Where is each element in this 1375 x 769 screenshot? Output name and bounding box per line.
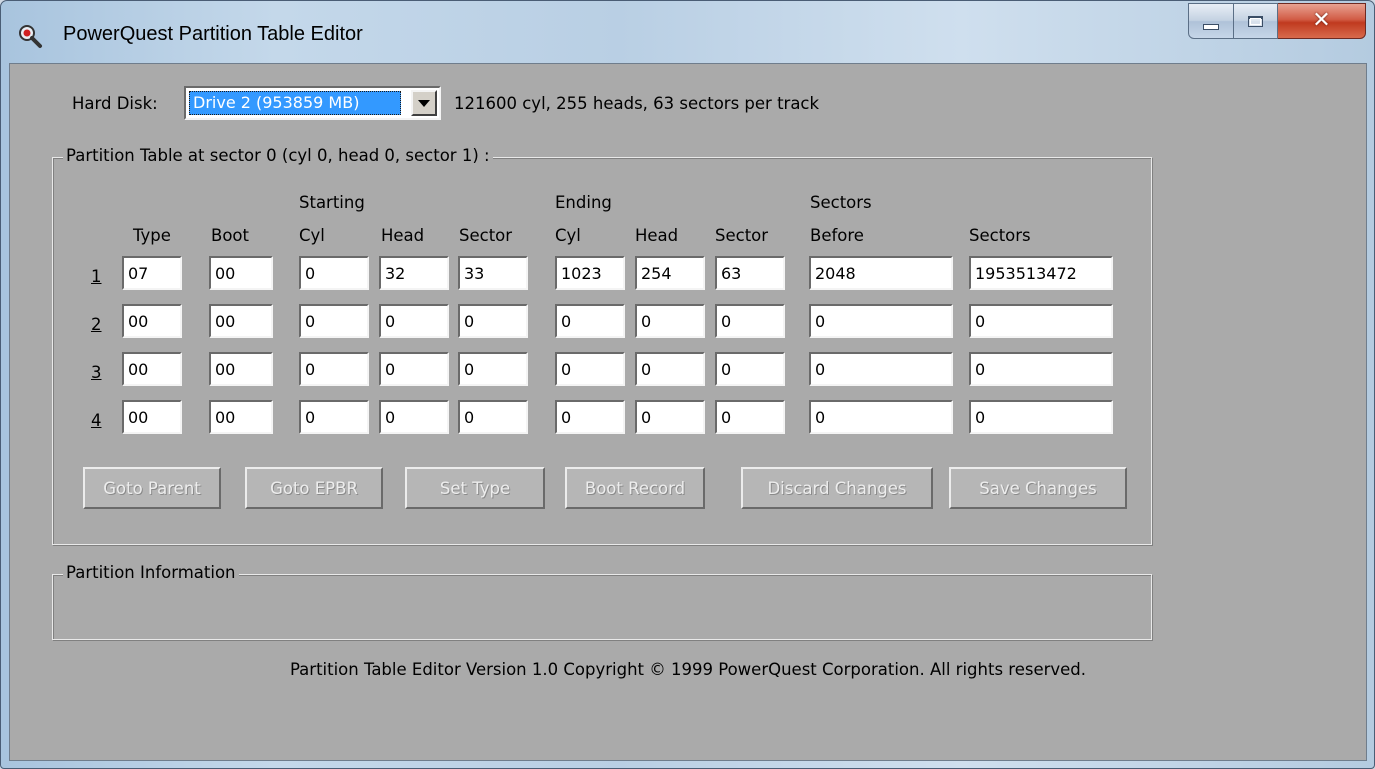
sectors-before-field[interactable]: 0 bbox=[809, 352, 953, 386]
goto-parent-label: Goto Parent bbox=[103, 478, 201, 498]
end-cyl-field[interactable]: 0 bbox=[555, 352, 625, 386]
col-end-head: Head bbox=[635, 226, 679, 245]
col-end-cyl: Cyl bbox=[555, 226, 581, 245]
hard-disk-select[interactable]: Drive 2 (953859 MB) bbox=[184, 86, 441, 120]
end-cyl-field[interactable]: 0 bbox=[555, 400, 625, 434]
goto-epbr-button[interactable]: Goto EPBR bbox=[245, 467, 383, 509]
chevron-down-icon bbox=[418, 99, 430, 107]
sectors-before-field[interactable]: 2048 bbox=[809, 256, 953, 290]
col-sectors: Sectors bbox=[969, 226, 1031, 245]
end-head-field[interactable]: 254 bbox=[635, 256, 705, 290]
sectors-field[interactable]: 0 bbox=[969, 352, 1113, 386]
row-number: 2 bbox=[91, 315, 102, 334]
maximize-icon bbox=[1248, 15, 1263, 27]
boot-field[interactable]: 00 bbox=[209, 304, 273, 338]
disk-geometry: 121600 cyl, 255 heads, 63 sectors per tr… bbox=[454, 94, 820, 113]
caption-buttons: ✕ bbox=[1188, 3, 1366, 41]
end-cyl-field[interactable]: 1023 bbox=[555, 256, 625, 290]
dialog-client: Hard Disk: Drive 2 (953859 MB) 121600 cy… bbox=[9, 63, 1367, 761]
end-sector-field[interactable]: 0 bbox=[715, 400, 785, 434]
set-type-label: Set Type bbox=[439, 478, 511, 498]
boot-field[interactable]: 00 bbox=[209, 400, 273, 434]
save-changes-button[interactable]: Save Changes bbox=[949, 467, 1127, 509]
end-sector-field[interactable]: 63 bbox=[715, 256, 785, 290]
dropdown-button[interactable] bbox=[411, 90, 437, 116]
row-number: 4 bbox=[91, 411, 102, 430]
goto-epbr-label: Goto EPBR bbox=[270, 478, 358, 498]
start-cyl-field[interactable]: 0 bbox=[299, 352, 369, 386]
start-cyl-field[interactable]: 0 bbox=[299, 256, 369, 290]
discard-changes-button[interactable]: Discard Changes bbox=[741, 467, 933, 509]
end-head-field[interactable]: 0 bbox=[635, 304, 705, 338]
boot-field[interactable]: 00 bbox=[209, 352, 273, 386]
col-start-cyl: Cyl bbox=[299, 226, 325, 245]
col-start-sector: Sector bbox=[459, 226, 513, 245]
copyright-footer: Partition Table Editor Version 1.0 Copyr… bbox=[289, 660, 1087, 679]
sectors-before-field[interactable]: 0 bbox=[809, 400, 953, 434]
window-title: PowerQuest Partition Table Editor bbox=[63, 23, 363, 45]
header-sectors: Sectors bbox=[810, 193, 872, 212]
end-head-field[interactable]: 0 bbox=[635, 352, 705, 386]
sectors-field[interactable]: 0 bbox=[969, 400, 1113, 434]
end-cyl-field[interactable]: 0 bbox=[555, 304, 625, 338]
start-head-field[interactable]: 0 bbox=[379, 304, 449, 338]
set-type-button[interactable]: Set Type bbox=[405, 467, 545, 509]
boot-field[interactable]: 00 bbox=[209, 256, 273, 290]
header-starting: Starting bbox=[299, 193, 365, 212]
maximize-button[interactable] bbox=[1234, 3, 1278, 39]
minimize-icon bbox=[1203, 24, 1219, 30]
close-button[interactable]: ✕ bbox=[1278, 3, 1366, 39]
start-head-field[interactable]: 0 bbox=[379, 400, 449, 434]
app-window: PowerQuest Partition Table Editor ✕ Hard… bbox=[0, 0, 1375, 769]
start-sector-field[interactable]: 0 bbox=[458, 304, 528, 338]
partition-table-group: Partition Table at sector 0 (cyl 0, head… bbox=[52, 146, 1152, 545]
col-start-head: Head bbox=[381, 226, 425, 245]
start-sector-field[interactable]: 0 bbox=[458, 352, 528, 386]
goto-parent-button[interactable]: Goto Parent bbox=[83, 467, 221, 509]
type-field[interactable]: 07 bbox=[122, 256, 182, 290]
title-bar[interactable]: PowerQuest Partition Table Editor ✕ bbox=[1, 1, 1374, 63]
header-ending: Ending bbox=[555, 193, 612, 212]
hard-disk-selected-value: Drive 2 (953859 MB) bbox=[189, 91, 401, 115]
type-field[interactable]: 00 bbox=[122, 400, 182, 434]
end-sector-field[interactable]: 0 bbox=[715, 304, 785, 338]
magnifier-icon bbox=[19, 25, 42, 48]
start-cyl-field[interactable]: 0 bbox=[299, 400, 369, 434]
sectors-field[interactable]: 0 bbox=[969, 304, 1113, 338]
boot-record-button[interactable]: Boot Record bbox=[565, 467, 705, 509]
boot-record-label: Boot Record bbox=[584, 478, 686, 498]
start-cyl-field[interactable]: 0 bbox=[299, 304, 369, 338]
partition-info-group: Partition Information bbox=[52, 563, 1152, 640]
hard-disk-label: Hard Disk: bbox=[72, 94, 158, 113]
type-field[interactable]: 00 bbox=[122, 304, 182, 338]
sectors-field[interactable]: 1953513472 bbox=[969, 256, 1113, 290]
start-sector-field[interactable]: 0 bbox=[458, 400, 528, 434]
save-changes-label: Save Changes bbox=[979, 478, 1097, 498]
end-sector-field[interactable]: 0 bbox=[715, 352, 785, 386]
row-number: 3 bbox=[91, 363, 102, 382]
sectors-before-field[interactable]: 0 bbox=[809, 304, 953, 338]
col-type: Type bbox=[133, 226, 171, 245]
col-sectors-before: Before bbox=[810, 226, 864, 245]
type-field[interactable]: 00 bbox=[122, 352, 182, 386]
minimize-button[interactable] bbox=[1188, 3, 1234, 39]
start-sector-field[interactable]: 33 bbox=[458, 256, 528, 290]
end-head-field[interactable]: 0 bbox=[635, 400, 705, 434]
col-boot: Boot bbox=[211, 226, 249, 245]
partition-table-title: Partition Table at sector 0 (cyl 0, head… bbox=[63, 146, 493, 165]
col-end-sector: Sector bbox=[715, 226, 769, 245]
close-icon: ✕ bbox=[1312, 8, 1331, 33]
discard-changes-label: Discard Changes bbox=[767, 478, 907, 498]
start-head-field[interactable]: 0 bbox=[379, 352, 449, 386]
row-number: 1 bbox=[91, 267, 102, 286]
partition-info-title: Partition Information bbox=[63, 563, 239, 582]
start-head-field[interactable]: 32 bbox=[379, 256, 449, 290]
